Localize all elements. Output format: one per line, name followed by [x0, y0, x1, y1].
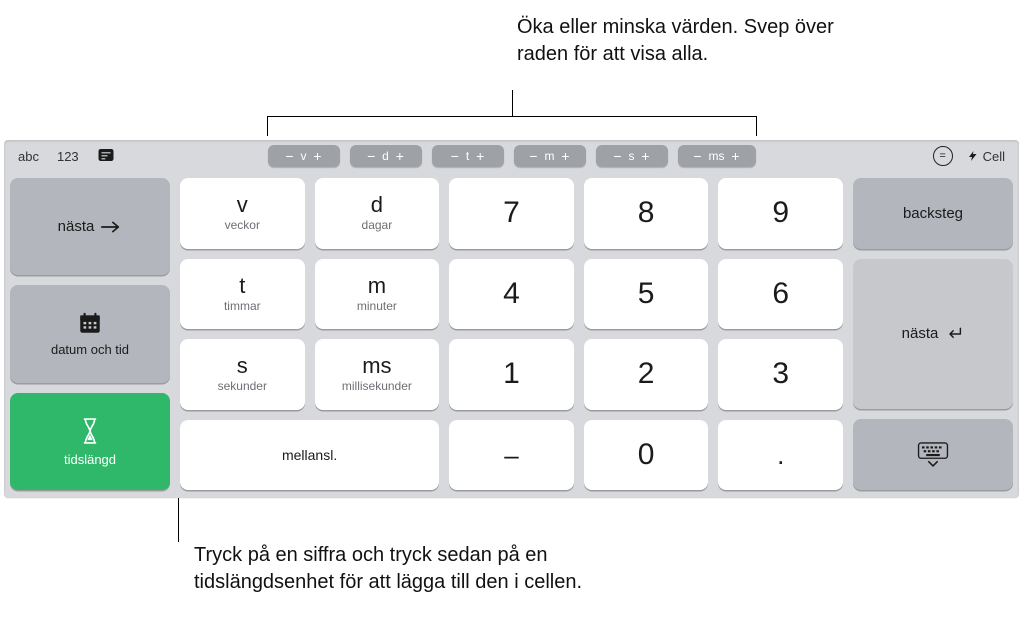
callout-leader: [756, 116, 757, 136]
minus-key[interactable]: –: [449, 420, 574, 491]
unit-seconds-key[interactable]: ssekunder: [180, 339, 305, 410]
stepper-s[interactable]: −s+: [596, 145, 668, 167]
unit-minutes-key[interactable]: mminuter: [315, 259, 440, 330]
return-icon: [944, 326, 964, 342]
digit-3-key[interactable]: 3: [718, 339, 843, 410]
plus-icon: +: [391, 149, 409, 163]
digit-2-key[interactable]: 2: [584, 339, 709, 410]
callout-leader: [512, 90, 513, 116]
datetime-keyboard-button[interactable]: datum och tid: [10, 285, 170, 382]
digit-9-key[interactable]: 9: [718, 178, 843, 249]
minus-icon: −: [525, 149, 543, 163]
stepper-v[interactable]: −v+: [268, 145, 340, 167]
unit-days-key[interactable]: ddagar: [315, 178, 440, 249]
digit-8-key[interactable]: 8: [584, 178, 709, 249]
digit-5-key[interactable]: 5: [584, 259, 709, 330]
calendar-icon: [76, 310, 104, 336]
callout-leader: [267, 116, 268, 136]
digit-6-key[interactable]: 6: [718, 259, 843, 330]
minus-icon: −: [281, 149, 299, 163]
stepper-d[interactable]: −d+: [350, 145, 422, 167]
cell-reference-button[interactable]: Cell: [967, 149, 1005, 164]
keyboard-topbar: abc 123 −v+ −d+ −t+ −m+ −s+ −ms+ = Cell: [4, 140, 1019, 172]
decimal-key[interactable]: .: [718, 420, 843, 491]
mode-123-button[interactable]: 123: [57, 149, 79, 164]
duration-keyboard: abc 123 −v+ −d+ −t+ −m+ −s+ −ms+ = Cell: [4, 140, 1019, 498]
spacebar-key[interactable]: mellansl.: [180, 420, 439, 491]
minus-icon: −: [609, 149, 627, 163]
bolt-icon: [967, 149, 979, 163]
mode-abc-button[interactable]: abc: [18, 149, 39, 164]
digit-1-key[interactable]: 1: [449, 339, 574, 410]
digit-0-key[interactable]: 0: [584, 420, 709, 491]
stepper-ms[interactable]: −ms+: [678, 145, 756, 167]
hourglass-icon: [79, 416, 101, 446]
digit-7-key[interactable]: 7: [449, 178, 574, 249]
unit-weeks-key[interactable]: vveckor: [180, 178, 305, 249]
plus-icon: +: [727, 149, 745, 163]
next-return-button[interactable]: nästa: [853, 259, 1013, 409]
unit-milliseconds-key[interactable]: msmillisekunder: [315, 339, 440, 410]
plus-icon: +: [309, 149, 327, 163]
unit-stepper-row: −v+ −d+ −t+ −m+ −s+ −ms+: [268, 145, 756, 167]
minus-icon: −: [362, 149, 380, 163]
annotation-bottom: Tryck på en siffra och tryck sedan på en…: [194, 542, 614, 596]
arrow-right-icon: [100, 220, 122, 234]
dismiss-keyboard-button[interactable]: [853, 419, 1013, 490]
stepper-m[interactable]: −m+: [514, 145, 586, 167]
next-cell-button[interactable]: nästa: [10, 178, 170, 275]
equals-button[interactable]: =: [933, 146, 953, 166]
minus-icon: −: [446, 149, 464, 163]
unit-hours-key[interactable]: ttimmar: [180, 259, 305, 330]
minus-icon: −: [689, 149, 707, 163]
plus-icon: +: [471, 149, 489, 163]
backspace-button[interactable]: backsteg: [853, 178, 1013, 249]
plus-icon: +: [557, 149, 575, 163]
digit-4-key[interactable]: 4: [449, 259, 574, 330]
annotation-top: Öka eller minska värden. Svep över raden…: [517, 14, 857, 68]
stepper-t[interactable]: −t+: [432, 145, 504, 167]
formula-mode-icon[interactable]: [97, 146, 115, 167]
callout-leader: [267, 116, 757, 117]
duration-keyboard-button[interactable]: tidslängd: [10, 393, 170, 490]
keyboard-dismiss-icon: [916, 441, 950, 467]
plus-icon: +: [637, 149, 655, 163]
